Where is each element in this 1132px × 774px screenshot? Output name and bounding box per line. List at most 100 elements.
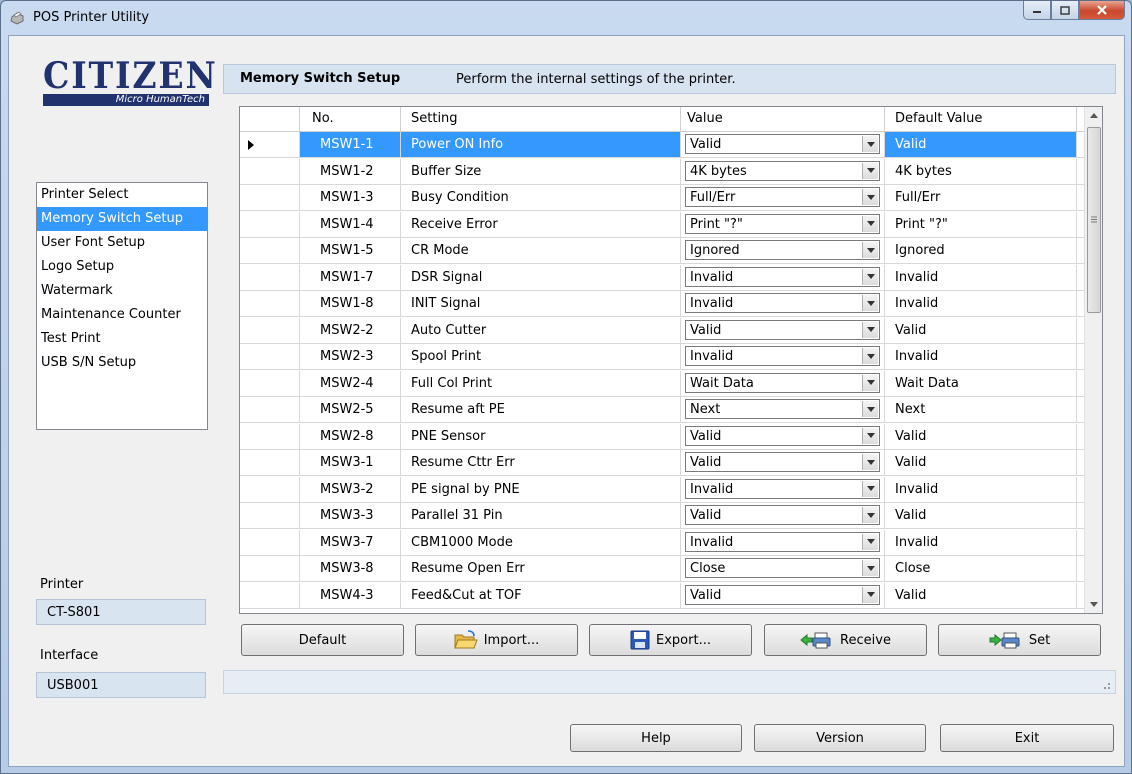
import-button[interactable]: Import... — [415, 624, 578, 656]
value-dropdown[interactable]: 4K bytes — [685, 160, 880, 181]
row-header[interactable] — [240, 238, 300, 263]
chevron-down-icon[interactable] — [862, 480, 878, 497]
chevron-down-icon[interactable] — [862, 586, 878, 603]
value-dropdown[interactable]: Next — [685, 399, 880, 419]
table-row[interactable]: MSW1-5 CR Mode Ignored Ignored — [240, 238, 1085, 264]
chevron-down-icon[interactable] — [862, 242, 878, 258]
vertical-scrollbar[interactable] — [1084, 107, 1102, 613]
table-row[interactable]: MSW3-2 PE signal by PNE Invalid Invalid — [240, 476, 1085, 503]
table-row[interactable]: MSW1-7 DSR Signal Invalid Invalid — [240, 264, 1085, 291]
scroll-down-button[interactable] — [1085, 596, 1102, 613]
chevron-down-icon[interactable] — [862, 374, 878, 391]
table-row[interactable]: MSW1-2 Buffer Size 4K bytes 4K bytes — [240, 158, 1085, 185]
row-header[interactable] — [240, 291, 300, 316]
table-row[interactable]: MSW4-3 Feed&Cut at TOF Valid Valid — [240, 582, 1085, 609]
value-dropdown[interactable]: Valid — [685, 452, 880, 472]
table-row[interactable]: MSW3-3 Parallel 31 Pin Valid Valid — [240, 503, 1085, 529]
row-header[interactable] — [240, 556, 300, 581]
row-header[interactable] — [240, 317, 300, 343]
chevron-down-icon[interactable] — [862, 348, 878, 364]
table-row[interactable]: MSW3-7 CBM1000 Mode Invalid Invalid — [240, 529, 1085, 556]
value-dropdown[interactable]: Invalid — [685, 531, 880, 552]
minimize-button[interactable] — [1023, 1, 1051, 20]
value-dropdown[interactable]: Invalid — [685, 478, 880, 499]
table-row[interactable]: MSW3-1 Resume Cttr Err Valid Valid — [240, 450, 1085, 476]
chevron-down-icon[interactable] — [862, 427, 878, 444]
row-header[interactable] — [240, 132, 300, 157]
value-dropdown[interactable]: Valid — [685, 584, 880, 605]
table-row[interactable]: MSW3-8 Resume Open Err Close Close — [240, 556, 1085, 582]
version-button[interactable]: Version — [754, 724, 926, 752]
col-header-value[interactable]: Value — [681, 107, 885, 131]
table-row[interactable]: MSW2-5 Resume aft PE Next Next — [240, 397, 1085, 423]
nav-item-user-font-setup[interactable]: User Font Setup — [37, 231, 207, 255]
value-dropdown[interactable]: Close — [685, 558, 880, 578]
memory-switch-grid[interactable]: No. Setting Value Default Value MSW1-1 Po… — [239, 106, 1103, 614]
close-button[interactable] — [1079, 1, 1125, 20]
row-header[interactable] — [240, 370, 300, 396]
nav-item-maintenance-counter[interactable]: Maintenance Counter — [37, 303, 207, 327]
table-row[interactable]: MSW1-1 Power ON Info Valid Valid — [240, 132, 1085, 158]
nav-item-usb-sn-setup[interactable]: USB S/N Setup — [37, 351, 207, 375]
row-header[interactable] — [240, 211, 300, 237]
set-button[interactable]: Set — [938, 624, 1101, 656]
chevron-down-icon[interactable] — [862, 401, 878, 417]
table-row[interactable]: MSW1-8 INIT Signal Invalid Invalid — [240, 291, 1085, 317]
value-dropdown[interactable]: Ignored — [685, 240, 880, 260]
export-button[interactable]: Export... — [589, 624, 752, 656]
receive-button[interactable]: Receive — [764, 624, 927, 656]
chevron-down-icon[interactable] — [862, 507, 878, 523]
chevron-down-icon[interactable] — [862, 454, 878, 470]
col-header-setting[interactable]: Setting — [401, 107, 681, 131]
value-dropdown[interactable]: Invalid — [685, 346, 880, 366]
chevron-down-icon[interactable] — [862, 533, 878, 550]
row-header[interactable] — [240, 582, 300, 608]
value-dropdown[interactable]: Valid — [685, 425, 880, 446]
row-header[interactable] — [240, 185, 300, 210]
title-bar[interactable]: POS Printer Utility — [1, 1, 1131, 35]
row-header[interactable] — [240, 503, 300, 528]
nav-item-test-print[interactable]: Test Print — [37, 327, 207, 351]
nav-item-printer-select[interactable]: Printer Select — [37, 183, 207, 207]
default-button[interactable]: Default — [241, 624, 404, 656]
table-row[interactable]: MSW1-3 Busy Condition Full/Err Full/Err — [240, 185, 1085, 211]
chevron-down-icon[interactable] — [862, 321, 878, 338]
row-header[interactable] — [240, 264, 300, 290]
table-row[interactable]: MSW2-3 Spool Print Invalid Invalid — [240, 344, 1085, 370]
exit-button[interactable]: Exit — [940, 724, 1114, 752]
chevron-down-icon[interactable] — [862, 162, 878, 179]
value-dropdown[interactable]: Invalid — [685, 266, 880, 287]
scroll-up-button[interactable] — [1085, 107, 1102, 124]
value-dropdown[interactable]: Valid — [685, 319, 880, 340]
row-header[interactable] — [240, 158, 300, 184]
nav-list[interactable]: Printer Select Memory Switch Setup User … — [36, 182, 208, 430]
resize-grip-icon[interactable] — [1101, 680, 1111, 690]
chevron-down-icon[interactable] — [862, 215, 878, 232]
chevron-down-icon[interactable] — [862, 295, 878, 311]
row-header[interactable] — [240, 529, 300, 555]
nav-item-logo-setup[interactable]: Logo Setup — [37, 255, 207, 279]
value-dropdown[interactable]: Valid — [685, 134, 880, 154]
table-row[interactable]: MSW2-2 Auto Cutter Valid Valid — [240, 317, 1085, 344]
maximize-button[interactable] — [1051, 1, 1079, 20]
value-dropdown[interactable]: Print "?" — [685, 213, 880, 234]
table-row[interactable]: MSW2-4 Full Col Print Wait Data Wait Data — [240, 370, 1085, 397]
value-dropdown[interactable]: Wait Data — [685, 372, 880, 393]
chevron-down-icon[interactable] — [862, 136, 878, 152]
col-header-no[interactable]: No. — [300, 107, 401, 131]
nav-item-memory-switch-setup[interactable]: Memory Switch Setup — [37, 207, 207, 231]
row-header[interactable] — [240, 397, 300, 422]
help-button[interactable]: Help — [570, 724, 742, 752]
row-header[interactable] — [240, 344, 300, 369]
table-row[interactable]: MSW1-4 Receive Error Print "?" Print "?" — [240, 211, 1085, 238]
nav-item-watermark[interactable]: Watermark — [37, 279, 207, 303]
table-row[interactable]: MSW2-8 PNE Sensor Valid Valid — [240, 423, 1085, 450]
row-header[interactable] — [240, 423, 300, 449]
row-header[interactable] — [240, 476, 300, 502]
col-header-default[interactable]: Default Value — [885, 107, 1077, 131]
chevron-down-icon[interactable] — [862, 560, 878, 576]
value-dropdown[interactable]: Full/Err — [685, 187, 880, 207]
value-dropdown[interactable]: Invalid — [685, 293, 880, 313]
chevron-down-icon[interactable] — [862, 268, 878, 285]
chevron-down-icon[interactable] — [862, 189, 878, 205]
